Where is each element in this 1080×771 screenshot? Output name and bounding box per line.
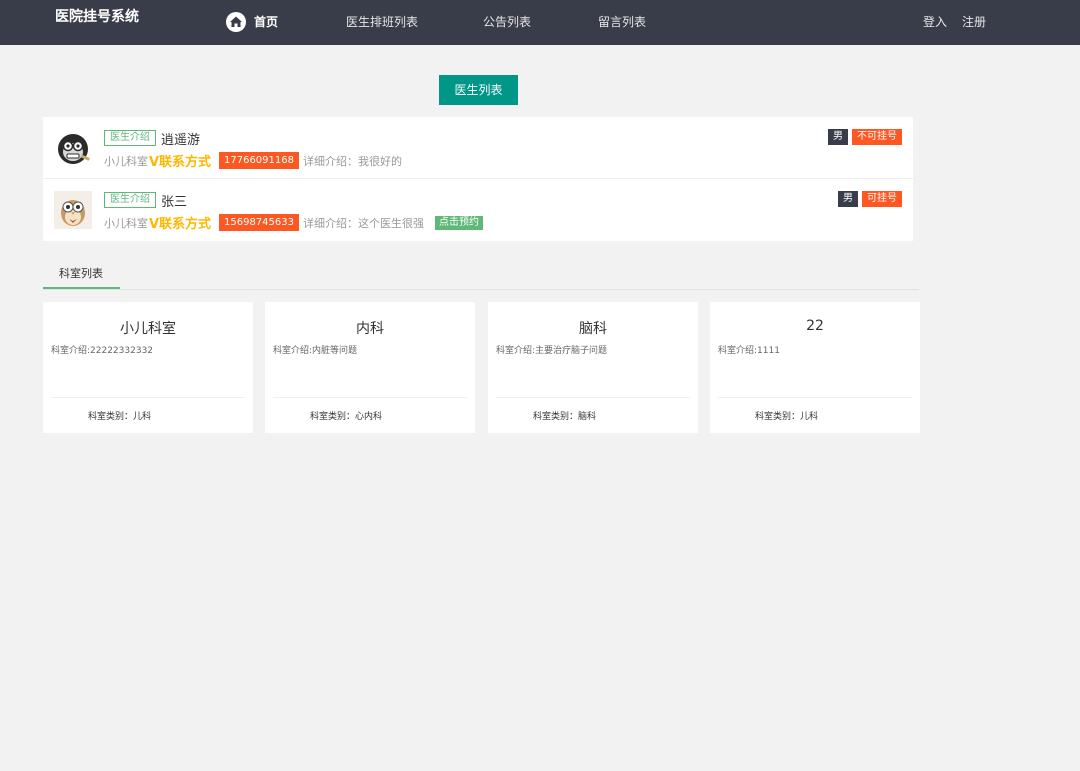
doctor-row: 医生介绍 张三 小儿科室 V联系方式 15698745633 详细介绍：这个医生… (43, 179, 913, 241)
department-card[interactable]: 内科 科室介绍:内脏等问题 科室类别：心内科 (265, 302, 475, 433)
gender-badge: 男 (828, 129, 848, 145)
card-divider (496, 397, 690, 398)
doctor-avatar[interactable] (54, 129, 92, 167)
tab-divider (43, 289, 919, 290)
gender-badge: 男 (838, 191, 858, 207)
doctor-intro-tag: 医生介绍 (104, 130, 156, 146)
doctor-detail: 详细介绍：这个医生很强 (303, 217, 424, 230)
nav-doctor-schedule[interactable]: 医生排班列表 (346, 13, 418, 30)
doctor-intro-tag: 医生介绍 (104, 192, 156, 208)
contact-label: V联系方式 (149, 217, 212, 232)
card-divider (51, 397, 245, 398)
department-type: 科室类别：心内科 (310, 412, 383, 422)
nav-home[interactable]: 首页 (254, 13, 278, 30)
department-type: 科室类别：儿科 (755, 412, 819, 422)
doctor-avatar[interactable] (54, 191, 92, 229)
department-type: 科室类别：脑科 (533, 412, 597, 422)
login-link[interactable]: 登入 (923, 13, 947, 30)
department-card[interactable]: 小儿科室 科室介绍:22222332332 科室类别：儿科 (43, 302, 253, 433)
department-title: 脑科 (579, 321, 607, 337)
card-divider (273, 397, 467, 398)
card-divider (718, 397, 912, 398)
nav-message-list[interactable]: 留言列表 (598, 13, 646, 30)
department-intro: 科室介绍:22222332332 (51, 346, 154, 356)
doctor-name: 逍遥游 (161, 133, 201, 148)
department-title: 内科 (356, 321, 384, 337)
doctor-department: 小儿科室 (104, 217, 148, 230)
status-badge: 不可挂号 (852, 129, 902, 145)
doctor-row: 医生介绍 逍遥游 小儿科室 V联系方式 17766091168 详细介绍：我很好… (43, 117, 913, 179)
register-link[interactable]: 注册 (962, 13, 986, 30)
doctor-list-button[interactable]: 医生列表 (439, 75, 518, 105)
department-title: 22 (806, 318, 824, 334)
department-intro: 科室介绍:主要治疗脑子问题 (496, 346, 608, 356)
department-title: 小儿科室 (120, 321, 176, 337)
home-icon[interactable] (226, 12, 246, 32)
doctor-department: 小儿科室 (104, 155, 148, 168)
doctor-list-panel: 医生介绍 逍遥游 小儿科室 V联系方式 17766091168 详细介绍：我很好… (43, 117, 913, 241)
status-badge: 可挂号 (862, 191, 902, 207)
contact-label: V联系方式 (149, 155, 212, 170)
phone-badge: 17766091168 (219, 152, 299, 169)
top-navbar: 医院挂号系统 首页 医生排班列表 公告列表 留言列表 登入 注册 (0, 0, 1080, 45)
doctor-detail: 详细介绍：我很好的 (303, 155, 402, 168)
department-card[interactable]: 脑科 科室介绍:主要治疗脑子问题 科室类别：脑科 (488, 302, 698, 433)
department-intro: 科室介绍:内脏等问题 (273, 346, 358, 356)
doctor-name: 张三 (161, 195, 188, 210)
nav-notice-list[interactable]: 公告列表 (483, 13, 531, 30)
brand-title[interactable]: 医院挂号系统 (55, 6, 139, 26)
tab-department-list[interactable]: 科室列表 (59, 265, 103, 281)
department-intro: 科室介绍:1111 (718, 346, 780, 356)
phone-badge: 15698745633 (219, 214, 299, 231)
department-card[interactable]: 22 科室介绍:1111 科室类别：儿科 (710, 302, 920, 433)
book-appointment-button[interactable]: 点击预约 (435, 216, 483, 230)
department-type: 科室类别：儿科 (88, 412, 152, 422)
